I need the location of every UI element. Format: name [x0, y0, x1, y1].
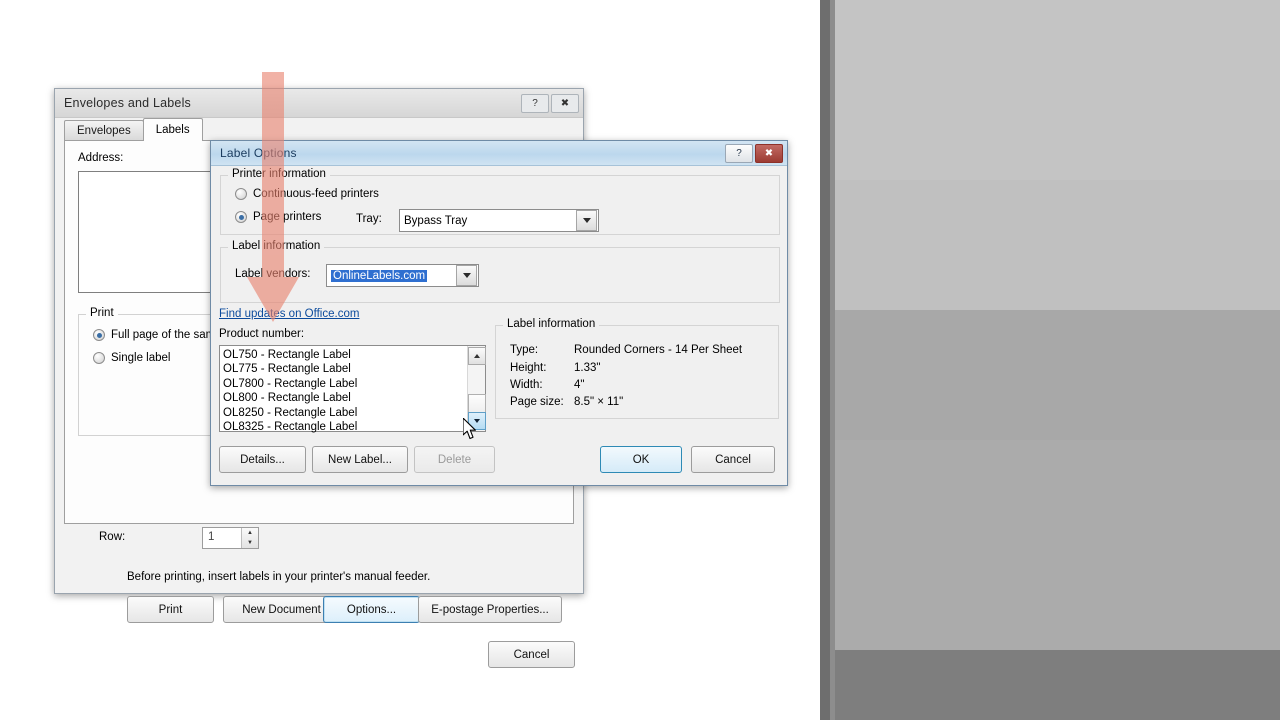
options-button-label: Options...	[346, 603, 397, 616]
details-button-label: Details...	[240, 453, 285, 466]
print-button-label: Print	[158, 603, 183, 616]
printer-information-groupbox: Printer information Continuous-feed prin…	[220, 168, 780, 235]
gray-band-5	[820, 650, 1280, 720]
find-updates-link[interactable]: Find updates on Office.com	[219, 308, 359, 320]
ok-button-label: OK	[632, 453, 650, 466]
list-item[interactable]: OL750 - Rectangle Label	[223, 348, 467, 362]
print-button[interactable]: Print	[127, 596, 214, 623]
type-key: Type:	[510, 344, 539, 356]
envelopes-tabstrip: Envelopes Labels	[64, 118, 203, 141]
gray-band-3	[820, 310, 1280, 440]
printer-information-caption: Printer information	[228, 168, 330, 180]
tab-labels[interactable]: Labels	[142, 118, 203, 141]
page-size-key: Page size:	[510, 396, 564, 408]
label-vendors-label: Label vendors:	[235, 268, 311, 280]
list-item[interactable]: OL800 - Rectangle Label	[223, 391, 467, 405]
product-number-listbox[interactable]: OL750 - Rectangle Label OL775 - Rectangl…	[219, 345, 486, 434]
product-number-label: Product number:	[219, 328, 305, 340]
radio-page-printers-label: Page printers	[253, 211, 322, 223]
list-item[interactable]: OL8250 - Rectangle Label	[223, 406, 467, 420]
radio-bullet-icon	[235, 188, 247, 200]
help-icon[interactable]: ?	[725, 143, 753, 163]
page-size-value: 8.5" × 11"	[574, 396, 624, 408]
close-icon[interactable]: ✖	[551, 93, 579, 113]
delete-button: Delete	[414, 446, 495, 473]
radio-single-label-label: Single label	[111, 352, 171, 364]
tab-envelopes[interactable]: Envelopes	[64, 120, 144, 141]
options-button[interactable]: Options...	[323, 596, 420, 623]
height-key: Height:	[510, 362, 547, 374]
label-information-groupbox: Label information Label vendors: OnlineL…	[220, 240, 780, 303]
list-item[interactable]: OL775 - Rectangle Label	[223, 362, 467, 376]
epostage-properties-button[interactable]: E-postage Properties...	[418, 596, 562, 623]
gray-band-1	[820, 0, 1280, 180]
background-white-gap	[800, 0, 820, 720]
label-vendors-combobox[interactable]: OnlineLabels.com	[326, 264, 479, 287]
label-options-cancel-button[interactable]: Cancel	[691, 446, 775, 473]
row-value: 1	[208, 531, 215, 543]
tray-value: Bypass Tray	[404, 214, 468, 227]
spin-down-icon[interactable]: ▼	[242, 538, 258, 548]
scroll-up-icon[interactable]	[468, 347, 486, 365]
new-label-button-label: New Label...	[328, 453, 392, 466]
chevron-down-icon[interactable]	[456, 265, 477, 286]
delete-button-label: Delete	[437, 453, 472, 466]
envelopes-cancel-button-label: Cancel	[513, 648, 550, 661]
label-vendors-value: OnlineLabels.com	[331, 269, 428, 282]
mouse-cursor	[463, 418, 476, 440]
radio-page-printers[interactable]: Page printers	[235, 211, 321, 223]
envelopes-titlebar: Envelopes and Labels ? ✖	[55, 89, 583, 118]
label-options-cancel-button-label: Cancel	[715, 453, 751, 466]
tab-labels-label: Labels	[155, 124, 190, 136]
help-icon[interactable]: ?	[521, 93, 549, 113]
printer-feeder-note: Before printing, insert labels in your p…	[127, 571, 431, 583]
radio-bullet-icon	[235, 211, 247, 223]
chevron-down-icon[interactable]	[576, 210, 597, 231]
height-value: 1.33"	[574, 362, 601, 374]
tray-label: Tray:	[356, 213, 382, 225]
row-spin-buttons[interactable]: ▲ ▼	[241, 528, 258, 548]
row-label: Row:	[99, 531, 126, 543]
panel-edge-dark	[820, 0, 830, 720]
width-key: Width:	[510, 379, 543, 391]
row-stepper[interactable]: 1 ▲ ▼	[202, 527, 259, 549]
details-button[interactable]: Details...	[219, 446, 306, 473]
list-item[interactable]: OL7800 - Rectangle Label	[223, 377, 467, 391]
product-number-items: OL750 - Rectangle Label OL775 - Rectangl…	[220, 346, 467, 434]
envelopes-title: Envelopes and Labels	[64, 96, 192, 110]
list-item[interactable]: OL8325 - Rectangle Label	[223, 420, 467, 434]
label-options-titlebar: Label Options ? ✖	[211, 141, 787, 166]
spin-up-icon[interactable]: ▲	[242, 528, 258, 538]
address-label: Address:	[78, 152, 124, 164]
label-information-caption: Label information	[228, 240, 325, 252]
width-value: 4"	[574, 379, 585, 391]
panel-edge-light	[830, 0, 835, 720]
tray-combobox[interactable]: Bypass Tray	[399, 209, 599, 232]
gray-band-4	[820, 440, 1280, 650]
label-information-panel-caption: Label information	[503, 318, 600, 330]
label-information-panel: Label information Type: Rounded Corners …	[495, 318, 779, 419]
label-options-title: Label Options	[220, 146, 297, 160]
radio-continuous-feed-label: Continuous-feed printers	[253, 188, 379, 200]
radio-single-label[interactable]: Single label	[93, 352, 170, 364]
epostage-properties-button-label: E-postage Properties...	[431, 603, 549, 616]
radio-bullet-icon	[93, 352, 105, 364]
envelopes-cancel-button[interactable]: Cancel	[488, 641, 575, 668]
new-document-button-label: New Document	[242, 603, 321, 616]
close-icon[interactable]: ✖	[755, 143, 783, 163]
type-value: Rounded Corners - 14 Per Sheet	[574, 344, 743, 356]
right-gray-panel	[820, 0, 1280, 720]
ok-button[interactable]: OK	[600, 446, 682, 473]
new-label-button[interactable]: New Label...	[312, 446, 408, 473]
label-options-dialog: Label Options ? ✖ Printer information Co…	[210, 140, 788, 486]
gray-band-2	[820, 180, 1280, 310]
radio-continuous-feed[interactable]: Continuous-feed printers	[235, 188, 379, 200]
tab-envelopes-label: Envelopes	[77, 125, 131, 137]
radio-bullet-icon	[93, 329, 105, 341]
print-group-caption: Print	[86, 307, 118, 319]
